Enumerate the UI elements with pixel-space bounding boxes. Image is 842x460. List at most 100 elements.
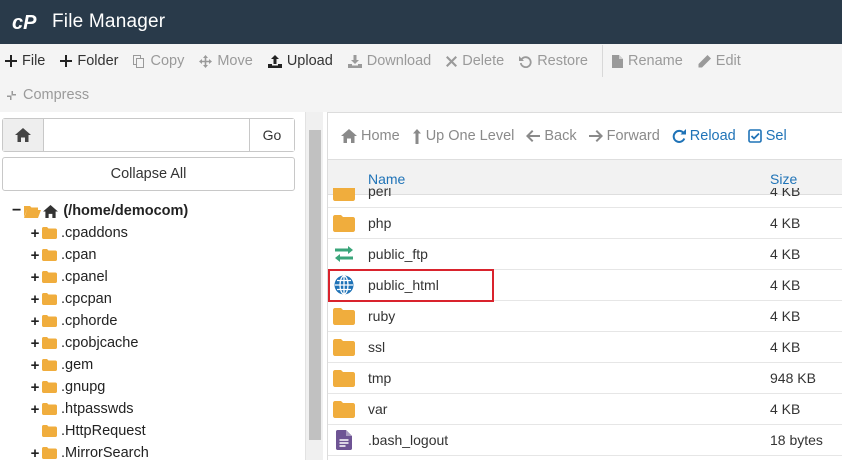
folder-icon	[332, 188, 356, 202]
tree-item-label: .HttpRequest	[61, 423, 146, 439]
plus-icon[interactable]: +	[30, 313, 40, 330]
folder-icon	[332, 337, 356, 357]
tree-item[interactable]: + .MirrorSearch	[30, 442, 149, 460]
scrollbar-thumb[interactable]	[309, 130, 321, 440]
tree-item-label: .cpobjcache	[61, 335, 139, 351]
tree-root[interactable]: − (/home/democom)	[12, 200, 188, 222]
arrow-right-icon	[588, 130, 603, 142]
tree-item[interactable]: + .htpasswds	[30, 398, 134, 420]
svg-text:cP: cP	[12, 12, 37, 33]
tree-item[interactable]: + .cpcpan	[30, 288, 112, 310]
file-name: var	[368, 401, 388, 417]
download-button[interactable]: Download	[343, 44, 442, 78]
home-path-button[interactable]	[3, 119, 44, 151]
plus-icon[interactable]: +	[30, 379, 40, 396]
tree-item-label: .MirrorSearch	[61, 445, 149, 460]
forward-button[interactable]: Forward	[588, 113, 672, 159]
home-icon	[341, 129, 357, 143]
file-size: 948 KB	[770, 370, 816, 386]
file-size: 4 KB	[770, 188, 801, 199]
table-row[interactable]: var 4 KB	[328, 394, 842, 425]
column-header-size[interactable]: Size	[770, 171, 797, 187]
plus-icon[interactable]: +	[30, 247, 40, 264]
back-button[interactable]: Back	[526, 113, 588, 159]
go-button[interactable]: Go	[249, 119, 294, 151]
tree-item-label: .cpanel	[61, 269, 108, 285]
file-size: 4 KB	[770, 339, 801, 355]
table-row[interactable]: perl 4 KB	[328, 188, 842, 208]
file-list-panel: Home Up One Level Back Forward Reload Se…	[327, 112, 842, 460]
app-header: cP File Manager	[0, 0, 842, 44]
tree-item-label: .cpcpan	[61, 291, 112, 307]
plus-icon[interactable]: +	[30, 291, 40, 308]
table-row[interactable]: tmp 948 KB	[328, 363, 842, 394]
file-size: 4 KB	[770, 277, 801, 293]
file-name: tmp	[368, 370, 392, 386]
plus-icon[interactable]: +	[30, 357, 40, 374]
folder-icon	[42, 381, 57, 393]
new-folder-button[interactable]: Folder	[55, 44, 128, 78]
checkbox-icon	[747, 129, 762, 143]
restore-button[interactable]: Restore	[514, 44, 598, 78]
tree-item[interactable]: + .cpobjcache	[30, 332, 139, 354]
tree-item-label: .gnupg	[61, 379, 106, 395]
compress-button[interactable]: Compress	[0, 78, 99, 112]
folder-icon	[42, 425, 57, 437]
move-button[interactable]: Move	[194, 44, 262, 78]
path-input[interactable]	[44, 119, 249, 151]
up-one-level-button[interactable]: Up One Level	[412, 113, 527, 159]
home-icon	[15, 128, 31, 142]
file-size: 18 bytes	[770, 432, 823, 448]
file-name: public_html	[368, 277, 439, 293]
table-row[interactable]: ruby 4 KB	[328, 301, 842, 332]
tree-item[interactable]: + .cpan	[30, 244, 97, 266]
edit-button[interactable]: Edit	[693, 44, 751, 78]
plus-icon[interactable]: +	[30, 445, 40, 460]
plus-icon[interactable]: +	[30, 335, 40, 352]
column-header-name[interactable]: Name	[368, 171, 405, 187]
tree-item[interactable]: .HttpRequest	[30, 420, 146, 442]
rename-button[interactable]: Rename	[607, 44, 693, 78]
tree-item[interactable]: + .gem	[30, 354, 94, 376]
table-row[interactable]: public_ftp 4 KB	[328, 239, 842, 270]
select-all-button[interactable]: Sel	[747, 113, 799, 159]
plus-icon[interactable]: +	[30, 269, 40, 286]
tree-item[interactable]: + .cpaddons	[30, 222, 128, 244]
plus-icon	[5, 55, 17, 67]
folder-icon	[332, 213, 356, 233]
collapse-all-button[interactable]: Collapse All	[2, 157, 295, 191]
sidebar-scrollbar[interactable]	[305, 112, 323, 460]
folder-icon	[42, 293, 57, 305]
folder-icon	[332, 306, 356, 326]
nav-home-button[interactable]: Home	[328, 113, 412, 159]
folder-icon	[42, 271, 57, 283]
ftp-transfer-icon	[332, 244, 356, 264]
delete-button[interactable]: Delete	[441, 44, 514, 78]
tree-item[interactable]: + .gnupg	[30, 376, 106, 398]
globe-icon	[332, 275, 356, 295]
app-title: File Manager	[52, 11, 166, 32]
new-file-button[interactable]: File	[0, 44, 55, 78]
table-row[interactable]: php 4 KB	[328, 208, 842, 239]
plus-icon[interactable]: +	[30, 401, 40, 418]
tree-item[interactable]: + .cpanel	[30, 266, 108, 288]
reload-icon	[672, 129, 686, 143]
folder-icon	[332, 399, 356, 419]
arrow-left-icon	[526, 130, 541, 142]
tree-item[interactable]: + .cphorde	[30, 310, 118, 332]
table-row[interactable]: public_html 4 KB	[328, 270, 842, 301]
folder-icon	[42, 249, 57, 261]
compress-icon	[5, 88, 18, 102]
table-row[interactable]: ssl 4 KB	[328, 332, 842, 363]
plus-icon[interactable]: +	[30, 225, 40, 242]
tree-item-label: .cpan	[61, 247, 97, 263]
toolbar-second-row: Compress	[0, 78, 842, 112]
table-row[interactable]: .bash_logout 18 bytes	[328, 425, 842, 456]
folder-icon	[42, 315, 57, 327]
tree-item-label: .cphorde	[61, 313, 118, 329]
reload-button[interactable]: Reload	[672, 113, 748, 159]
path-bar: Go	[2, 118, 295, 152]
copy-button[interactable]: Copy	[128, 44, 194, 78]
file-name: php	[368, 215, 392, 231]
upload-button[interactable]: Upload	[263, 44, 343, 78]
